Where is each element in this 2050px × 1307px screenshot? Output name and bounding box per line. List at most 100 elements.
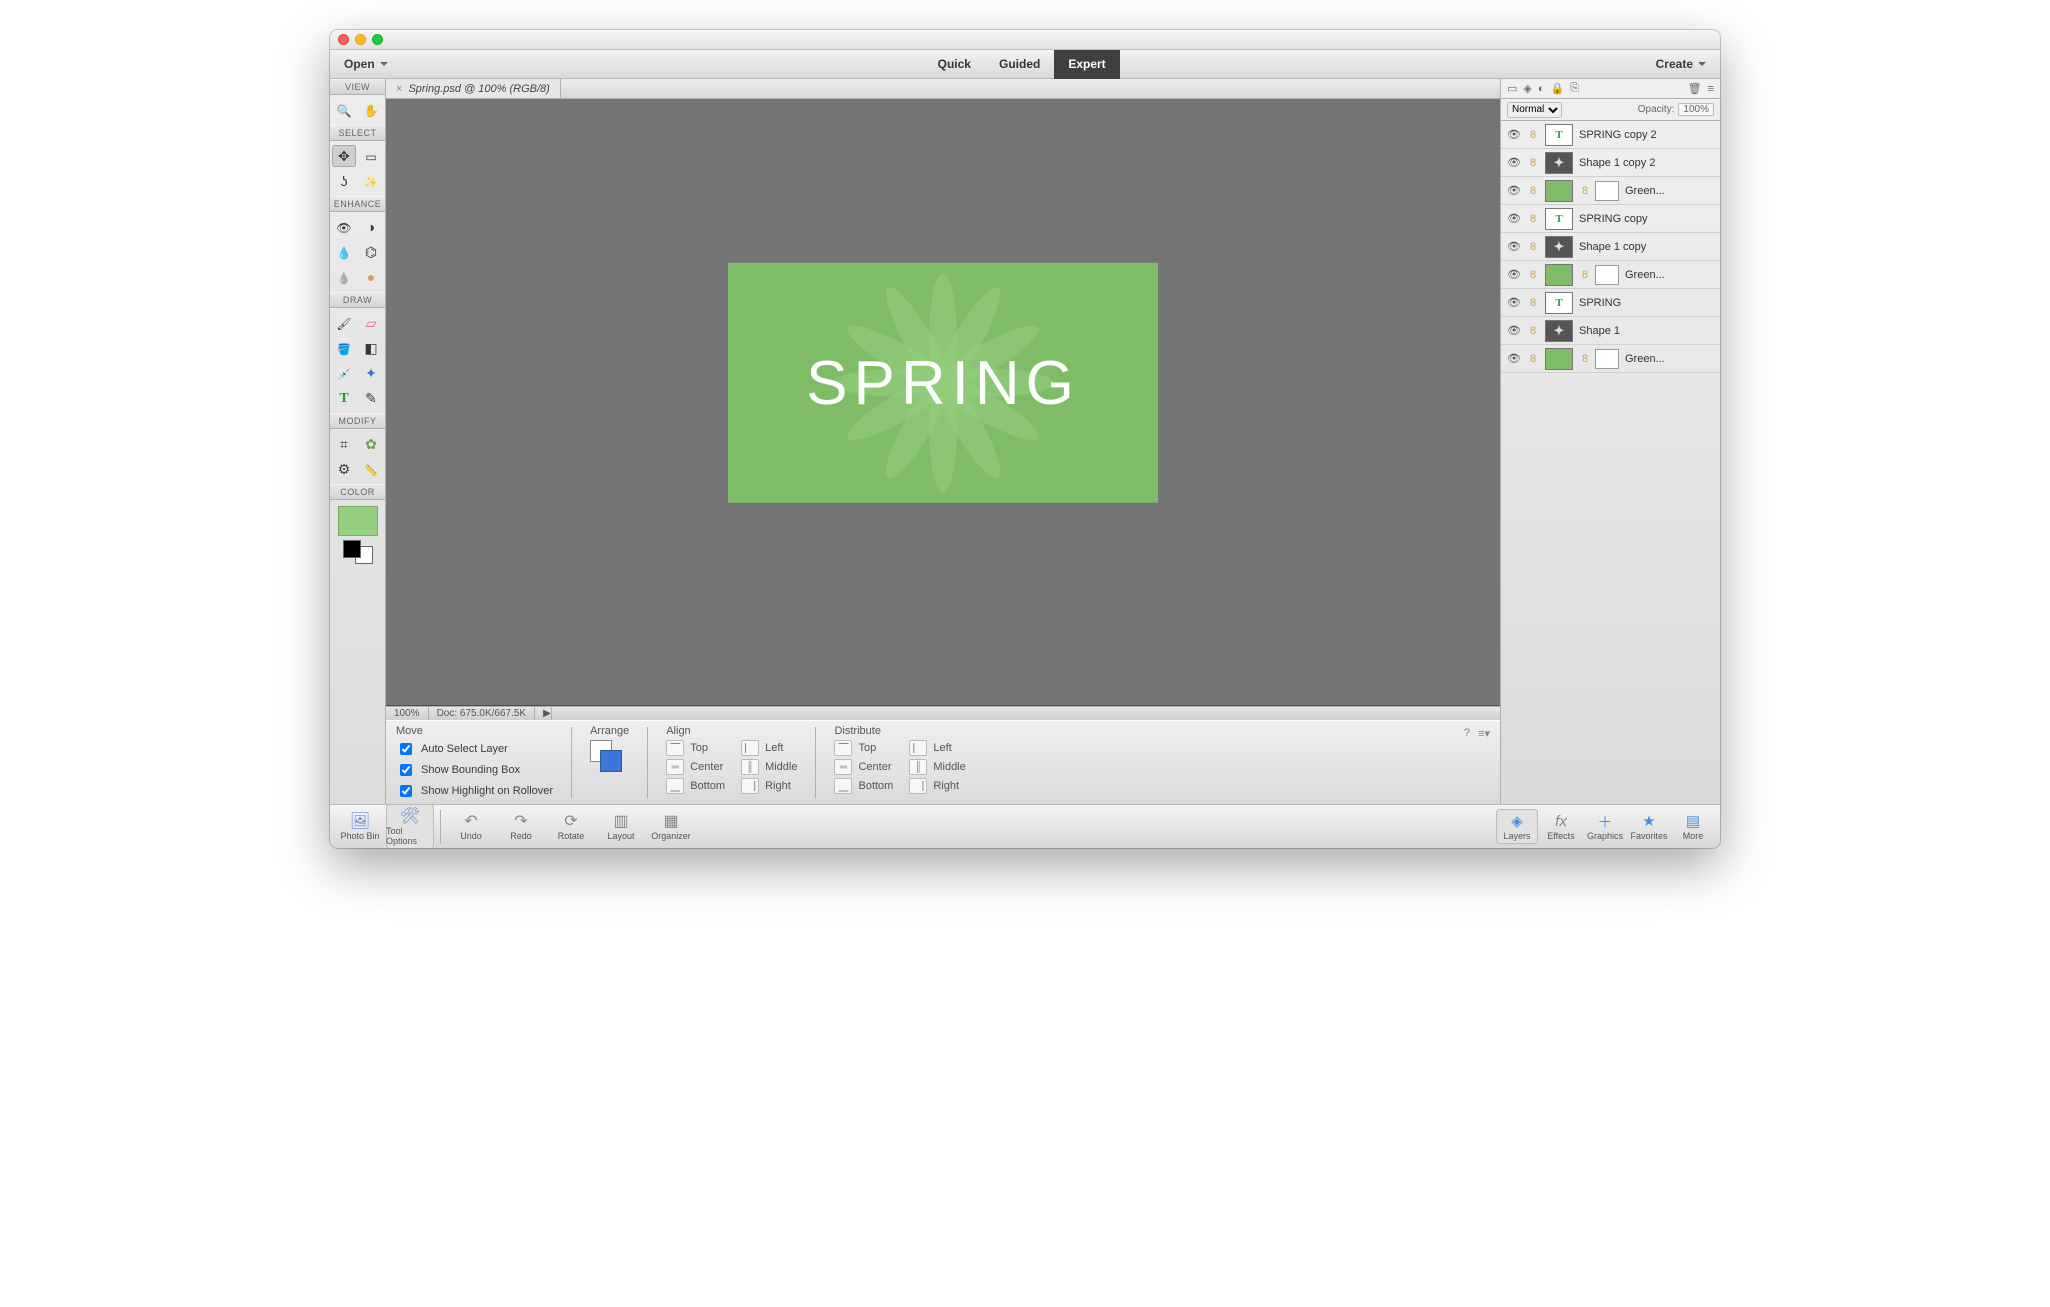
dist-right[interactable]: ⎹Right <box>909 778 965 794</box>
document-tab[interactable]: × Spring.psd @ 100% (RGB/8) <box>386 79 561 98</box>
layer-row[interactable]: 👁8TSPRING copy <box>1501 205 1720 233</box>
lasso-tool[interactable] <box>332 170 356 192</box>
layer-name[interactable]: Green... <box>1625 353 1714 365</box>
dist-top[interactable]: ⎺Top <box>834 740 893 756</box>
fg-bg-swatch[interactable] <box>343 540 373 564</box>
visibility-icon[interactable]: 👁 <box>1507 324 1521 337</box>
layout-button[interactable]: ▥Layout <box>597 809 645 844</box>
favorites-button[interactable]: ★Favorites <box>1628 809 1670 844</box>
blend-mode-select[interactable]: Normal <box>1507 102 1562 118</box>
layer-name[interactable]: SPRING copy 2 <box>1579 129 1714 141</box>
layer-row[interactable]: 👁 8 8 Green... <box>1501 261 1720 289</box>
more-button[interactable]: ▤More <box>1672 809 1714 844</box>
type-tool[interactable] <box>332 387 356 409</box>
layer-name[interactable]: SPRING copy <box>1579 213 1714 225</box>
graphics-button[interactable]: ＋Graphics <box>1584 809 1626 844</box>
align-bottom[interactable]: ⎽Bottom <box>666 778 725 794</box>
link-icon[interactable]: 8 <box>1527 157 1539 169</box>
close-window-icon[interactable] <box>338 34 349 45</box>
auto-select-layer-input[interactable] <box>400 743 412 755</box>
docsize-readout[interactable]: Doc: 675.0K/667.5K <box>429 707 536 720</box>
layer-name[interactable]: Green... <box>1625 185 1714 197</box>
marquee-tool[interactable] <box>359 145 383 167</box>
effects-button[interactable]: fxEffects <box>1540 809 1582 844</box>
layer-row[interactable]: 👁8TSPRING <box>1501 289 1720 317</box>
link-layers-icon[interactable]: ⎘ <box>1570 82 1579 95</box>
tool-options-button[interactable]: 🛠 Tool Options <box>386 804 434 848</box>
visibility-icon[interactable]: 👁 <box>1507 212 1521 225</box>
tab-expert[interactable]: Expert <box>1054 50 1119 79</box>
create-menu[interactable]: Create <box>1650 53 1712 75</box>
link-icon[interactable]: 8 <box>1527 269 1539 281</box>
sponge-tool[interactable] <box>359 266 383 288</box>
foreground-swatch[interactable] <box>338 506 378 536</box>
link-icon[interactable]: 8 <box>1527 353 1539 365</box>
dist-center[interactable]: ═Center <box>834 759 893 775</box>
move-tool[interactable] <box>332 145 356 167</box>
panel-menu-icon[interactable]: ≡▾ <box>1478 727 1490 740</box>
visibility-icon[interactable]: 👁 <box>1507 156 1521 169</box>
pencil-tool[interactable] <box>359 387 383 409</box>
layer-row[interactable]: 👁 8 Shape 1 <box>1501 317 1720 345</box>
zoom-readout[interactable]: 100% <box>386 707 429 720</box>
visibility-icon[interactable]: 👁 <box>1507 352 1521 365</box>
eyedrop-tool[interactable] <box>332 362 356 384</box>
panel-menu-icon[interactable]: ≡ <box>1708 83 1714 95</box>
highlight-rollover-input[interactable] <box>400 785 412 797</box>
spot-heal-tool[interactable] <box>359 216 383 238</box>
layer-row[interactable]: 👁88Green... <box>1501 177 1720 205</box>
link-icon[interactable]: 8 <box>1527 185 1539 197</box>
straighten-tool[interactable] <box>359 458 383 480</box>
link-icon[interactable]: 8 <box>1527 325 1539 337</box>
eraser-tool[interactable] <box>359 312 383 334</box>
link-icon[interactable]: 8 <box>1527 297 1539 309</box>
layer-name[interactable]: Green... <box>1625 269 1714 281</box>
layers-button[interactable]: ◈Layers <box>1496 809 1538 844</box>
blur-tool[interactable] <box>332 266 356 288</box>
align-left[interactable]: ⎸Left <box>741 740 797 756</box>
canvas-area[interactable]: SPRING <box>386 99 1500 706</box>
recompose-tool[interactable] <box>359 433 383 455</box>
undo-button[interactable]: ↶Undo <box>447 809 495 844</box>
rotate-button[interactable]: ⟳Rotate <box>547 809 595 844</box>
layer-name[interactable]: Shape 1 copy <box>1579 241 1714 253</box>
zoom-window-icon[interactable] <box>372 34 383 45</box>
zoom-tool[interactable] <box>332 99 356 121</box>
visibility-icon[interactable]: 👁 <box>1507 296 1521 309</box>
shape-tool[interactable] <box>359 362 383 384</box>
highlight-rollover-check[interactable]: Show Highlight on Rollover <box>396 782 553 800</box>
show-bounding-box-input[interactable] <box>400 764 412 776</box>
bucket-tool[interactable] <box>332 337 356 359</box>
open-menu[interactable]: Open <box>338 53 394 75</box>
layer-row[interactable]: 👁88Green... <box>1501 345 1720 373</box>
layer-name[interactable]: Shape 1 copy 2 <box>1579 157 1714 169</box>
align-top[interactable]: ⎺Top <box>666 740 725 756</box>
visibility-icon[interactable]: 👁 <box>1507 128 1521 141</box>
opacity-value[interactable]: 100% <box>1678 103 1714 116</box>
help-icon[interactable]: ? <box>1464 727 1470 739</box>
link-icon[interactable]: 8 <box>1527 213 1539 225</box>
layer-name[interactable]: Shape 1 <box>1579 325 1714 337</box>
visibility-icon[interactable]: 👁 <box>1507 268 1521 281</box>
visibility-icon[interactable]: 👁 <box>1507 240 1521 253</box>
align-right[interactable]: ⎹Right <box>741 778 797 794</box>
dist-middle[interactable]: ║Middle <box>909 759 965 775</box>
link-icon[interactable]: 8 <box>1527 241 1539 253</box>
layer-row[interactable]: 👁 8 Shape 1 copy 2 <box>1501 149 1720 177</box>
organizer-button[interactable]: ▦Organizer <box>647 809 695 844</box>
new-layer-icon[interactable]: ▭ <box>1507 82 1517 95</box>
smart-brush-tool[interactable] <box>332 241 356 263</box>
dist-bottom[interactable]: ⎽Bottom <box>834 778 893 794</box>
redeye-tool[interactable] <box>332 216 356 238</box>
mask-link-icon[interactable]: 8 <box>1579 185 1591 197</box>
mask-link-icon[interactable]: 8 <box>1579 269 1591 281</box>
delete-layer-icon[interactable]: 🗑 <box>1688 82 1702 95</box>
layer-row[interactable]: 👁 8 Shape 1 copy <box>1501 233 1720 261</box>
hand-tool[interactable] <box>359 99 383 121</box>
dist-left[interactable]: ⎸Left <box>909 740 965 756</box>
photobin-button[interactable]: 🖼 Photo Bin <box>336 809 384 844</box>
show-bounding-box-check[interactable]: Show Bounding Box <box>396 761 553 779</box>
arrange-menu[interactable] <box>590 740 626 776</box>
lock-layer-icon[interactable]: 🔒 <box>1551 82 1565 95</box>
auto-select-layer-check[interactable]: Auto Select Layer <box>396 740 553 758</box>
